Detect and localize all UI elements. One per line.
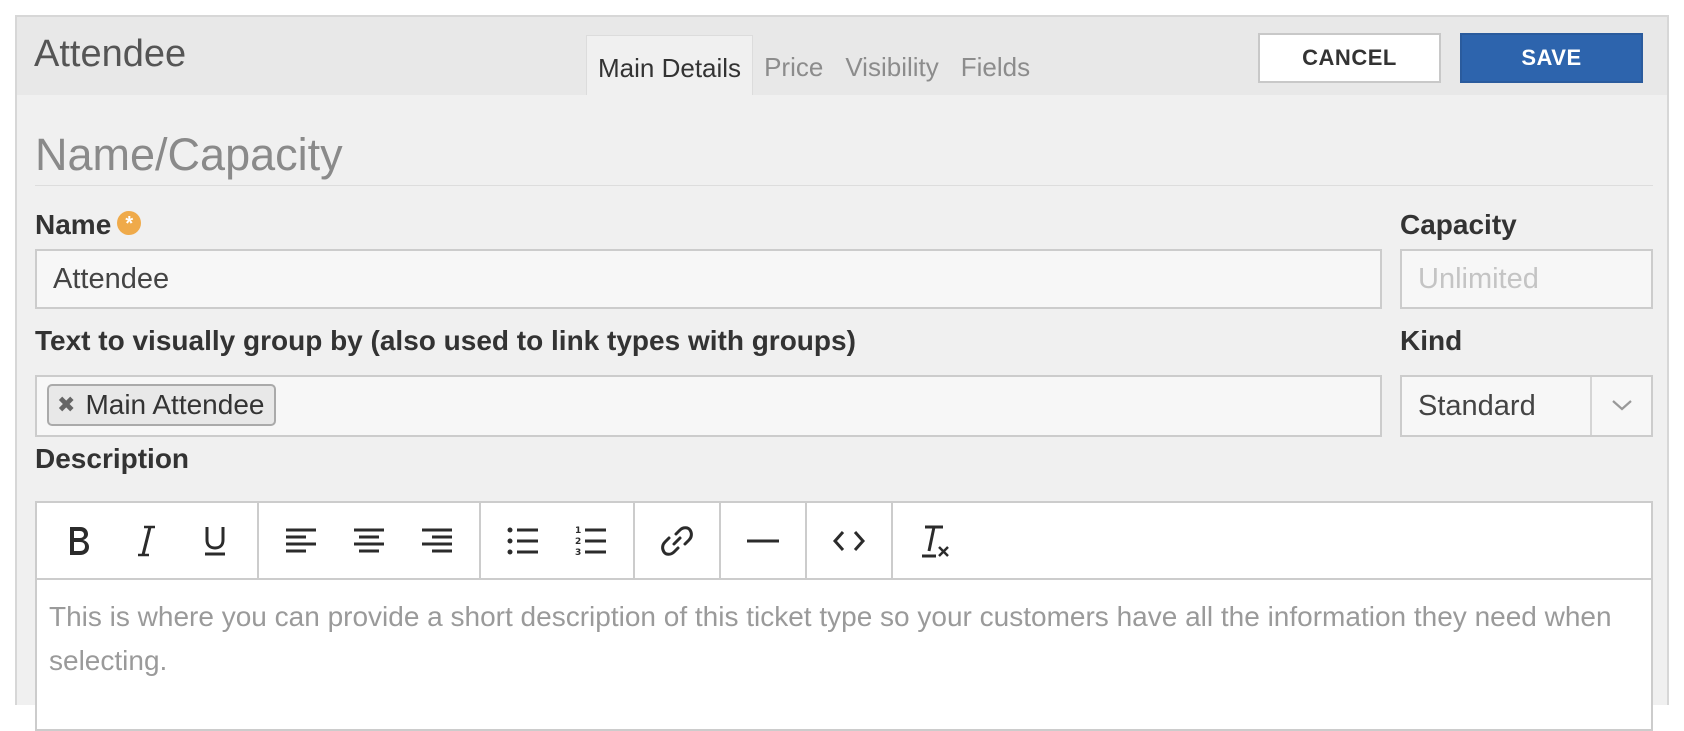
group-label: Text to visually group by (also used to …: [35, 325, 856, 356]
section-title: Name/Capacity: [35, 129, 343, 180]
horizontal-rule-icon: [747, 539, 779, 542]
align-center-button[interactable]: [335, 503, 403, 578]
kind-label: Kind: [1400, 325, 1463, 356]
cancel-button[interactable]: CANCEL: [1258, 33, 1441, 83]
required-asterisk-icon: *: [117, 211, 142, 235]
numbered-list-button[interactable]: 123: [557, 503, 625, 578]
save-button[interactable]: SAVE: [1460, 33, 1643, 83]
toolbar-group-align: [259, 503, 481, 578]
svg-text:3: 3: [575, 548, 581, 557]
code-icon: [832, 530, 866, 551]
kind-select-value: Standard: [1418, 390, 1536, 422]
underline-button[interactable]: [181, 503, 249, 578]
underline-icon: [205, 526, 225, 555]
align-right-button[interactable]: [403, 503, 471, 578]
align-right-icon: [422, 528, 452, 552]
tab-price[interactable]: Price: [753, 35, 834, 95]
section-divider: [35, 185, 1653, 186]
svg-text:2: 2: [575, 537, 581, 547]
toolbar-group-code: [807, 503, 893, 578]
ticket-type-editor: Attendee Main Details Price Visibility F…: [15, 15, 1669, 731]
group-tags-input[interactable]: ✖ Main Attendee: [35, 375, 1382, 437]
svg-text:1: 1: [575, 526, 581, 536]
tab-bar: Main Details Price Visibility Fields: [586, 35, 1041, 95]
name-label-text: Name: [35, 209, 112, 240]
align-left-button[interactable]: [267, 503, 335, 578]
editor-header: Attendee Main Details Price Visibility F…: [17, 17, 1667, 95]
capacity-label: Capacity: [1400, 209, 1517, 240]
numbered-list-icon: 123: [575, 526, 606, 557]
bold-button[interactable]: [45, 503, 113, 578]
bullet-list-icon: [507, 527, 538, 554]
chevron-down-icon: [1612, 400, 1632, 411]
clear-format-icon: [922, 525, 949, 557]
clear-format-button[interactable]: [901, 503, 969, 578]
group-tag-label: Main Attendee: [85, 389, 265, 420]
kind-select[interactable]: Standard: [1400, 375, 1653, 437]
toolbar-group-clear: [893, 503, 977, 578]
horizontal-rule-button[interactable]: [729, 503, 797, 578]
toolbar-group-lists: 123: [481, 503, 635, 578]
toolbar-group-link: [635, 503, 721, 578]
bold-icon: [70, 526, 89, 555]
editor-toolbar: 123: [37, 503, 1651, 580]
tab-main-details[interactable]: Main Details: [586, 35, 754, 95]
link-button[interactable]: [643, 503, 711, 578]
toolbar-group-text-style: [37, 503, 259, 578]
code-button[interactable]: [815, 503, 883, 578]
description-label: Description: [35, 443, 190, 474]
italic-icon: [138, 525, 155, 556]
select-divider: [1590, 377, 1592, 435]
page-title: Attendee: [34, 33, 187, 75]
group-tag: ✖ Main Attendee: [47, 384, 277, 426]
description-editor: 123 This is where you can provide a shor…: [35, 501, 1653, 731]
name-label: Name *: [35, 209, 142, 241]
description-placeholder[interactable]: This is where you can provide a short de…: [49, 595, 1629, 683]
link-icon: [661, 525, 693, 556]
remove-tag-icon[interactable]: ✖: [57, 392, 75, 418]
tab-visibility[interactable]: Visibility: [834, 35, 949, 95]
name-input[interactable]: [35, 249, 1382, 309]
tab-fields[interactable]: Fields: [950, 35, 1041, 95]
bullet-list-button[interactable]: [489, 503, 557, 578]
toolbar-group-rule: [721, 503, 807, 578]
align-left-icon: [286, 528, 316, 552]
capacity-input[interactable]: [1400, 249, 1653, 309]
italic-button[interactable]: [113, 503, 181, 578]
align-center-icon: [354, 528, 384, 552]
